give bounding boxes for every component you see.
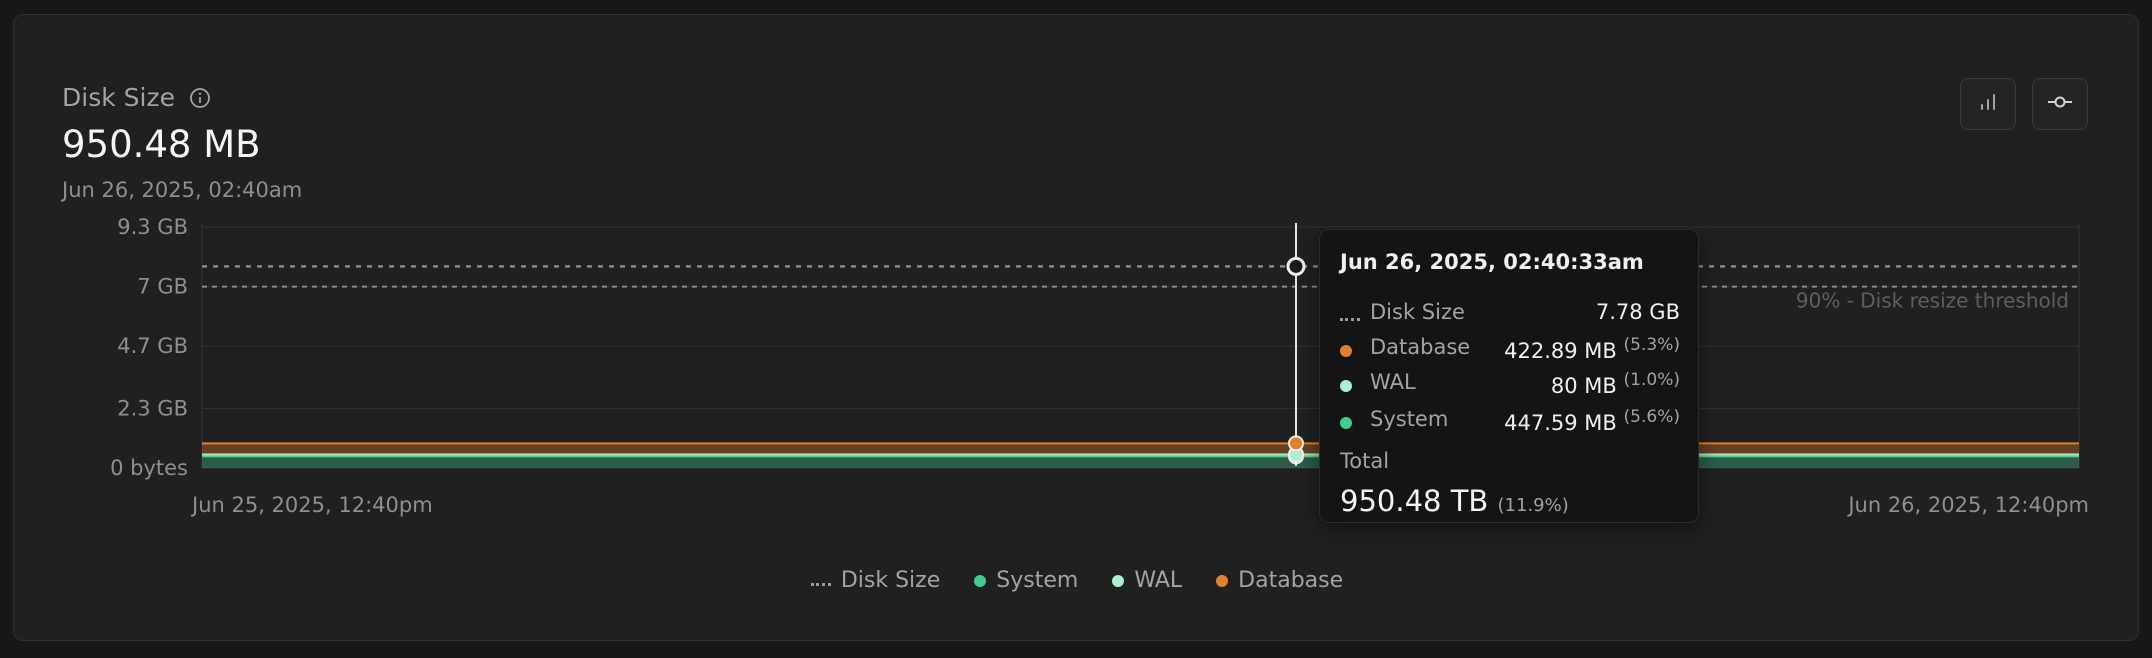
dotted-line-icon	[1340, 307, 1360, 326]
tooltip-total-label: Total	[1340, 449, 1390, 473]
y-tick-label: 9.3 GB	[117, 215, 188, 239]
dot-icon	[1112, 568, 1125, 593]
dot-icon	[1340, 342, 1352, 361]
tooltip-row-system: System 447.59 MB (5.6%)	[1340, 407, 1680, 435]
y-tick-label: 2.3 GB	[117, 396, 188, 420]
hover-point-database	[1288, 435, 1304, 452]
tooltip-total-value: 950.48 TB (11.9%)	[1340, 484, 1569, 518]
tooltip-row-disk-size: Disk Size 7.78 GB	[1340, 300, 1680, 326]
disk-size-card: Disk Size 950.48 MB Jun 26, 2025, 02:40a…	[13, 14, 2139, 641]
legend-label: Database	[1238, 568, 1344, 593]
x-tick-label: Jun 26, 2025, 12:40pm	[1846, 493, 2089, 517]
legend-item-system[interactable]: System	[974, 568, 1078, 593]
legend-label: Disk Size	[840, 568, 941, 593]
dot-icon	[1340, 414, 1352, 433]
legend-label: WAL	[1134, 568, 1183, 593]
y-tick-label: 0 bytes	[110, 456, 188, 480]
chart-legend: Disk Size System WAL Database	[14, 568, 2140, 593]
hover-point-disk-size	[1286, 256, 1306, 276]
tooltip-row-database: Database 422.89 MB (5.3%)	[1340, 335, 1680, 363]
y-tick-label: 4.7 GB	[117, 334, 188, 358]
legend-label: System	[996, 568, 1079, 593]
tooltip-label: WAL	[1370, 370, 1416, 394]
legend-item-wal[interactable]: WAL	[1112, 568, 1182, 593]
chart-tooltip: Jun 26, 2025, 02:40:33am Disk Size 7.78 …	[1319, 229, 1699, 523]
area-system	[202, 456, 2079, 468]
threshold-label: 90% - Disk resize threshold	[1796, 289, 2069, 313]
tooltip-label: System	[1370, 407, 1449, 431]
tooltip-row-wal: WAL 80 MB (1.0%)	[1340, 370, 1680, 398]
tooltip-label: Database	[1370, 335, 1471, 359]
legend-item-disk-size[interactable]: Disk Size	[810, 568, 941, 593]
y-tick-label: 7 GB	[137, 275, 188, 299]
dot-icon	[974, 568, 987, 593]
dotted-line-icon	[810, 568, 831, 593]
tooltip-date: Jun 26, 2025, 02:40:33am	[1340, 250, 1644, 274]
tooltip-label: Disk Size	[1370, 300, 1465, 324]
area-database	[202, 443, 2079, 455]
tooltip-value: 80 MB (1.0%)	[1550, 370, 1680, 398]
x-tick-label: Jun 25, 2025, 12:40pm	[190, 493, 433, 517]
disk-usage-chart[interactable]: 9.3 GB 7 GB 4.7 GB 2.3 GB 0 bytesJun 25, 202…	[14, 15, 2140, 642]
tooltip-value: 422.89 MB (5.3%)	[1504, 335, 1680, 363]
dot-icon	[1216, 568, 1229, 593]
dot-icon	[1340, 377, 1352, 396]
tooltip-value: 447.59 MB (5.6%)	[1504, 407, 1680, 435]
tooltip-value: 7.78 GB	[1595, 300, 1680, 324]
legend-item-database[interactable]: Database	[1216, 568, 1343, 593]
